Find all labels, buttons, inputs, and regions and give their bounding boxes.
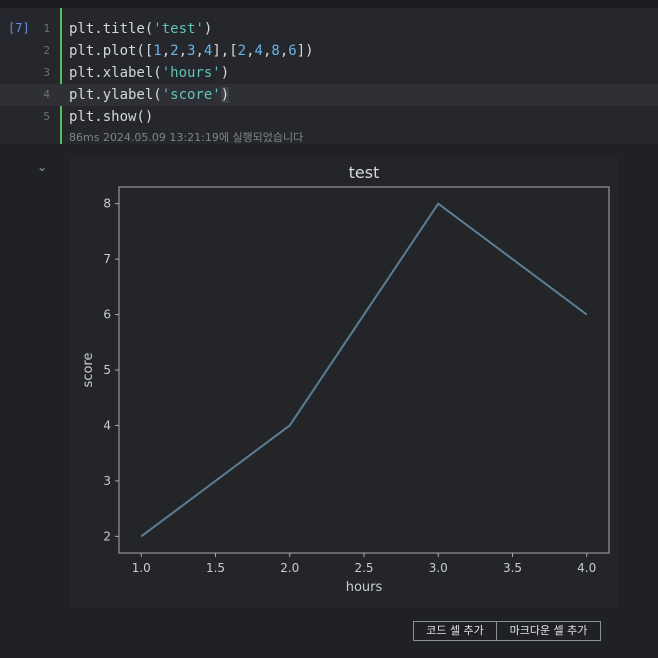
y-tick-label: 2 (103, 529, 111, 543)
code-text[interactable]: plt.title('test') (69, 18, 212, 40)
x-tick-label: 2.5 (354, 561, 373, 575)
x-axis-label: hours (346, 580, 383, 595)
code-line-active[interactable]: 4 plt.ylabel('score') (0, 84, 658, 106)
toolbar-strip (0, 0, 658, 8)
code-line[interactable]: 3 plt.xlabel('hours') (0, 62, 658, 84)
line-chart: 1.0 1.5 2.0 2.5 3.0 3.5 4.02345678 test hours … (81, 163, 610, 595)
x-tick-label: 3.0 (429, 561, 448, 575)
y-tick-label: 5 (103, 363, 111, 377)
code-cell[interactable]: [7] 1 plt.title('test') 2 plt.plot([1,2,… (0, 8, 658, 144)
x-tick-label: 1.0 (132, 561, 151, 575)
code-text[interactable]: plt.xlabel('hours') (69, 62, 229, 84)
chevron-down-icon[interactable]: ⌄ (37, 160, 47, 174)
line-number: 5 (43, 110, 50, 123)
code-line[interactable]: 2 plt.plot([1,2,3,4],[2,4,8,6]) (0, 40, 658, 62)
y-tick-label: 6 (103, 308, 111, 322)
code-line[interactable]: 5 plt.show() (0, 106, 658, 128)
x-tick-label: 3.5 (503, 561, 522, 575)
y-tick-label: 8 (103, 197, 111, 211)
series-line (140, 202, 588, 538)
line-number: 2 (43, 44, 50, 57)
line-number: 3 (43, 66, 50, 79)
x-tick-label: 4.0 (577, 561, 596, 575)
y-tick-label: 4 (103, 418, 111, 432)
code-text[interactable]: plt.plot([1,2,3,4],[2,4,8,6]) (69, 40, 314, 62)
execution-status: 86ms 2024.05.09 13:21:19에 실행되었습니다 (69, 131, 304, 144)
add-markdown-cell-button[interactable]: 마크다운 셀 추가 (496, 621, 601, 641)
add-code-cell-button[interactable]: 코드 셀 추가 (413, 621, 497, 641)
x-tick-label: 1.5 (206, 561, 225, 575)
y-tick-label: 7 (103, 252, 111, 266)
code-line[interactable]: 1 plt.title('test') (0, 18, 658, 40)
code-text[interactable]: plt.show() (69, 106, 153, 128)
y-tick-label: 3 (103, 474, 111, 488)
y-axis-label: score (81, 353, 96, 388)
line-number: 4 (43, 88, 50, 101)
chart-title: test (349, 163, 380, 182)
x-tick-label: 2.0 (280, 561, 299, 575)
code-text[interactable]: plt.ylabel('score') (69, 84, 230, 106)
line-number: 1 (43, 22, 50, 35)
